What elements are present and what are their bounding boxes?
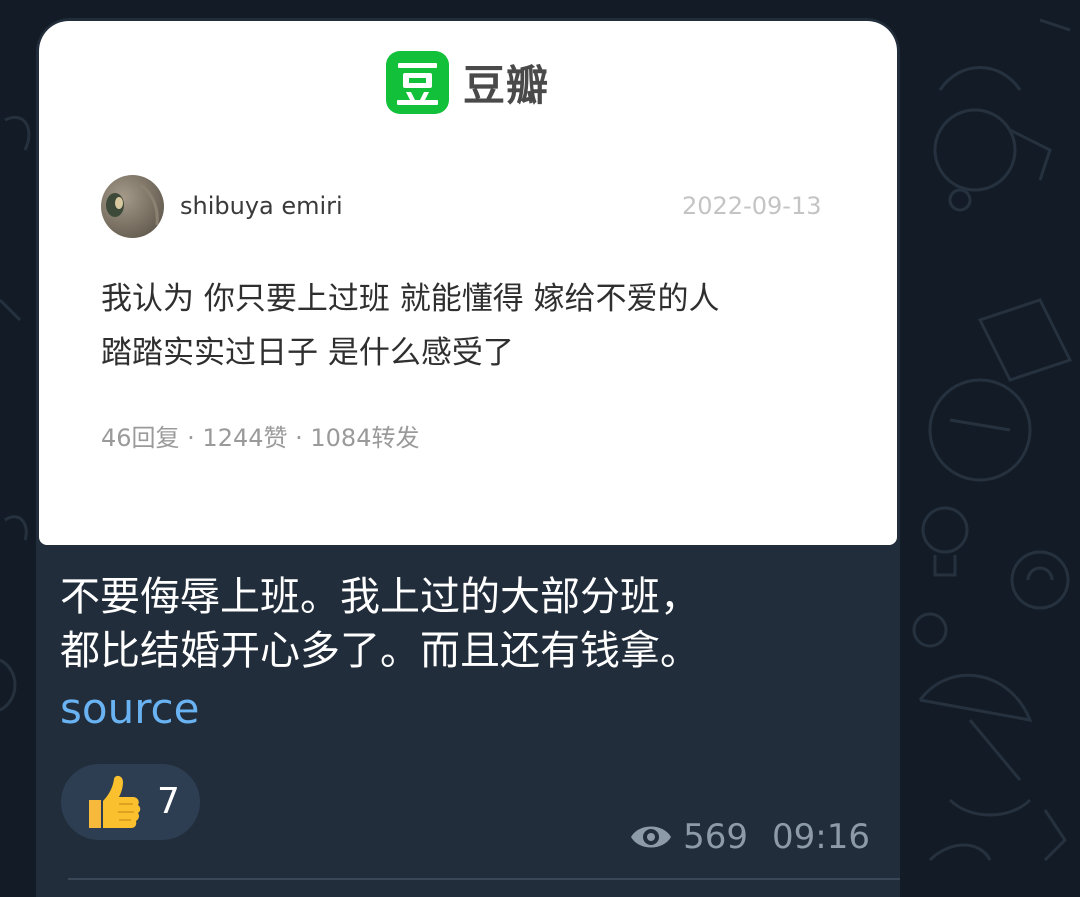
post-date: 2022-09-13 <box>682 192 822 220</box>
message-time: 09:16 <box>772 817 870 857</box>
message-line-1: 不要侮辱上班。我上过的大部分班， <box>60 574 700 620</box>
divider <box>68 878 900 880</box>
eye-icon <box>631 826 672 848</box>
author-avatar[interactable] <box>101 175 164 238</box>
message-line-2: 都比结婚开心多了。而且还有钱拿。 <box>60 628 700 674</box>
thumbs-up-icon <box>89 775 141 828</box>
post-text-line-2: 踏踏实实过日子 是什么感受了 <box>101 335 514 371</box>
post-stats: 46回复 · 1244赞 · 1084转发 <box>101 424 420 452</box>
brand-name: 豆瓣 <box>463 61 550 110</box>
post-text: 我认为 你只要上过班 就能懂得 嫁给不爱的人 踏踏实实过日子 是什么感受了 <box>101 272 841 380</box>
douban-brand: 豆瓣 <box>386 51 549 114</box>
source-link[interactable]: source <box>60 684 199 733</box>
reaction-count: 7 <box>157 781 180 822</box>
message-meta: 569 09:16 <box>629 817 870 857</box>
author-name[interactable]: shibuya emiri <box>180 192 343 220</box>
message-text: 不要侮辱上班。我上过的大部分班， 都比结婚开心多了。而且还有钱拿。 <box>60 570 880 678</box>
douban-logo-icon <box>386 51 449 114</box>
post-text-line-1: 我认为 你只要上过班 就能懂得 嫁给不爱的人 <box>101 281 720 317</box>
view-count: 569 <box>683 817 749 857</box>
